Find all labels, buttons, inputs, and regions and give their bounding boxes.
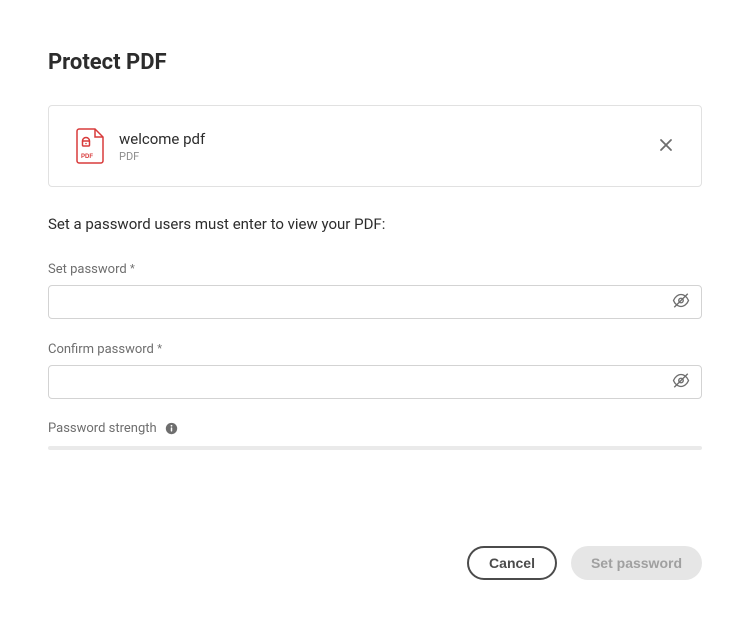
- file-name: welcome pdf: [119, 130, 655, 148]
- instruction-text: Set a password users must enter to view …: [48, 215, 702, 233]
- pdf-file-icon: PDF: [73, 128, 105, 164]
- eye-off-icon: [672, 372, 690, 393]
- file-type: PDF: [119, 150, 655, 163]
- toggle-password-visibility-button[interactable]: [668, 288, 694, 317]
- svg-text:PDF: PDF: [81, 154, 93, 160]
- set-password-label: Set password *: [48, 261, 702, 277]
- toggle-confirm-visibility-button[interactable]: [668, 368, 694, 397]
- set-password-field: Set password *: [48, 261, 702, 319]
- set-password-button[interactable]: Set password: [571, 546, 702, 580]
- close-icon: [659, 138, 673, 155]
- file-info: welcome pdf PDF: [119, 130, 655, 163]
- page-title: Protect PDF: [48, 50, 702, 75]
- set-password-input[interactable]: [48, 285, 702, 319]
- password-strength-bar: [48, 446, 702, 450]
- cancel-button[interactable]: Cancel: [467, 546, 557, 580]
- eye-off-icon: [672, 292, 690, 313]
- confirm-password-field: Confirm password *: [48, 341, 702, 399]
- remove-file-button[interactable]: [655, 134, 677, 159]
- password-strength-label: Password strength: [48, 421, 157, 436]
- button-row: Cancel Set password: [467, 546, 702, 580]
- password-strength-row: Password strength: [48, 421, 702, 436]
- confirm-password-label: Confirm password *: [48, 341, 702, 357]
- file-card: PDF welcome pdf PDF: [48, 105, 702, 187]
- confirm-password-input[interactable]: [48, 365, 702, 399]
- info-icon[interactable]: [165, 422, 178, 435]
